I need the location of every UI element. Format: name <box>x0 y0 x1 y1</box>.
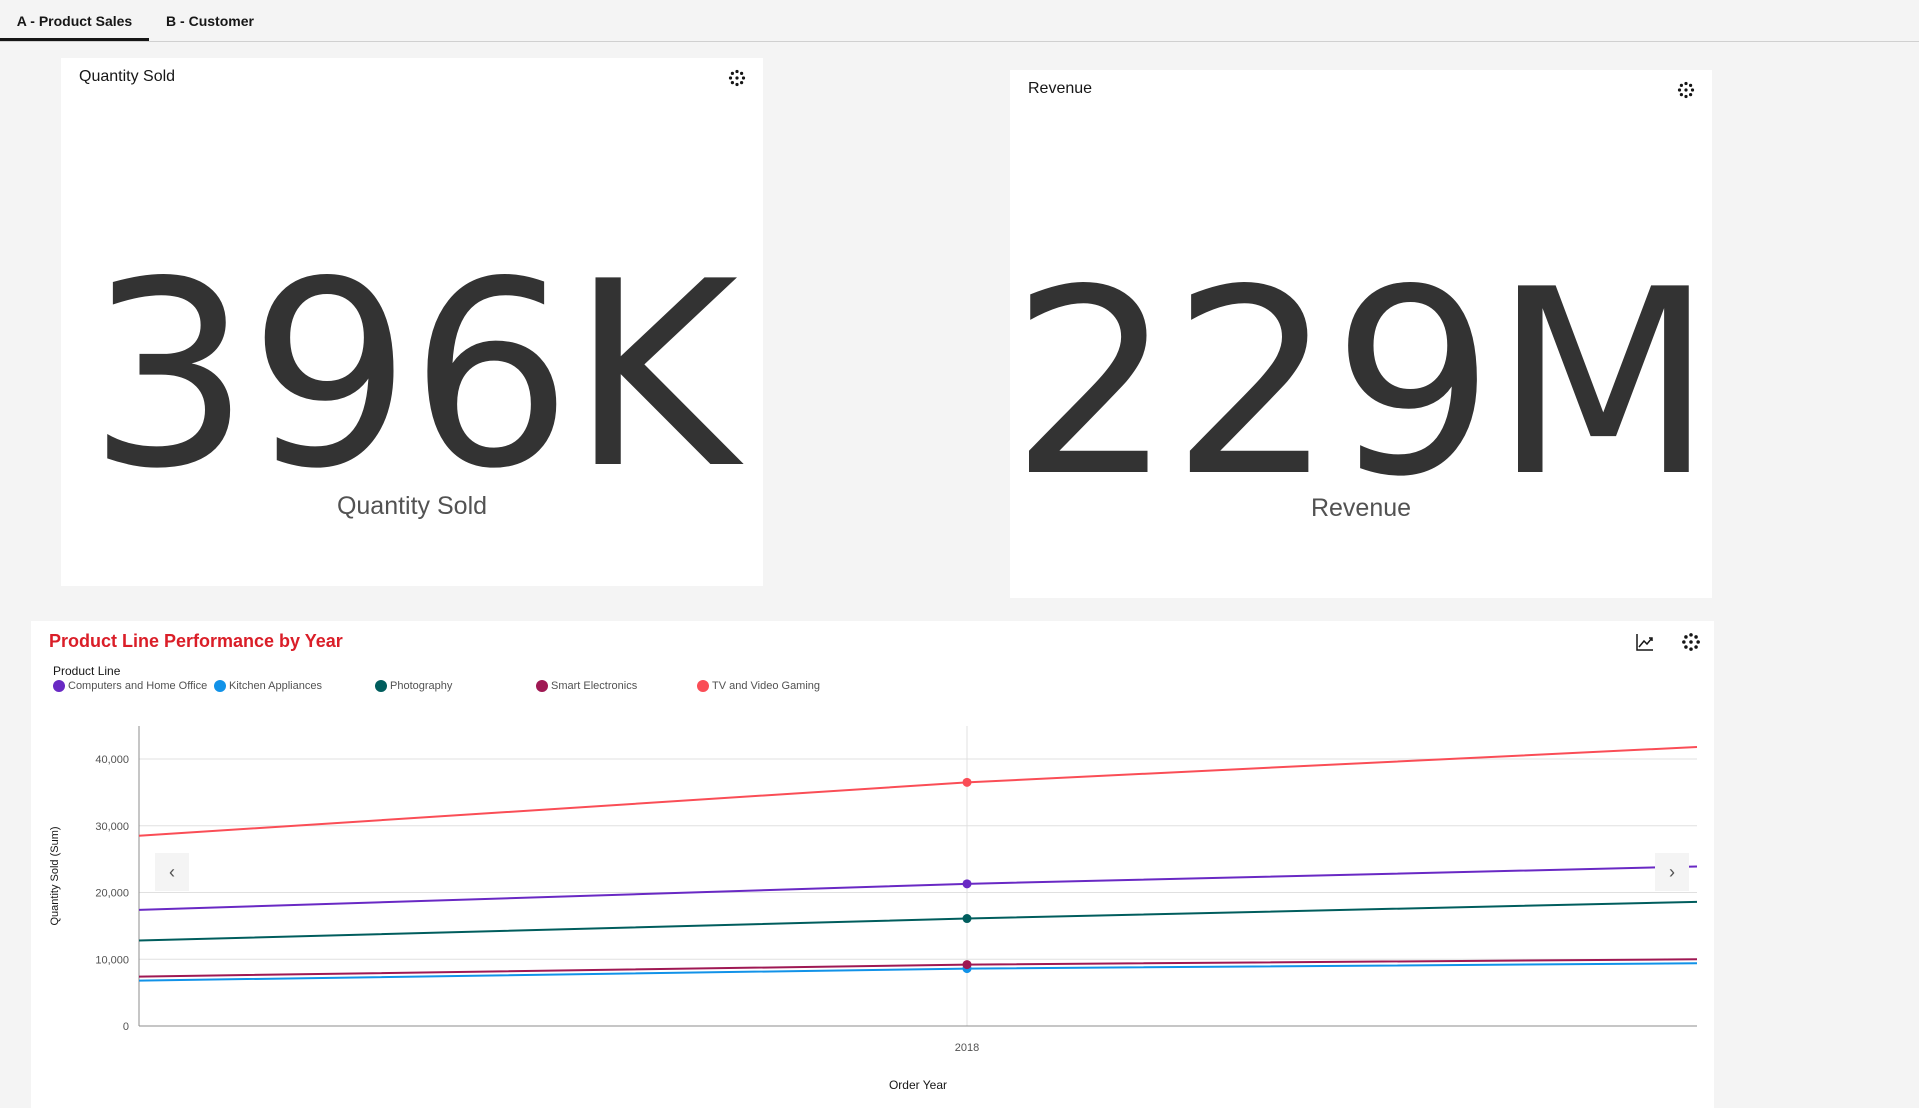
y-tick-label: 30,000 <box>95 821 129 833</box>
quantity-sold-widget: Quantity Sold 396K Quantity Sold <box>61 58 763 586</box>
y-tick-label: 40,000 <box>95 754 129 766</box>
kpi-label: Revenue <box>1310 494 1412 522</box>
widget-title: Revenue <box>1028 80 1093 97</box>
widget-title: Quantity Sold <box>79 68 176 85</box>
series-line <box>138 745 1698 837</box>
tab-product-sales[interactable]: A - Product Sales <box>0 0 149 41</box>
tab-bar: A - Product Sales B - Customer <box>0 0 1919 42</box>
settings-icon[interactable] <box>1676 80 1696 100</box>
x-tick-label: 2018 <box>955 1042 979 1054</box>
product-line-chart-widget: Product Line Performance by Year Product… <box>31 621 1714 1108</box>
kpi-label: Quantity Sold <box>336 492 488 520</box>
data-point <box>962 879 972 889</box>
line-plot: 0 10,000 20,000 30,000 40,000 2018 Order Year Q… <box>49 726 1698 1092</box>
x-axis-title: Order Year <box>889 1078 947 1092</box>
scroll-right-button[interactable]: › <box>1655 853 1689 891</box>
y-tick-label: 10,000 <box>95 954 129 966</box>
tab-customer[interactable]: B - Customer <box>149 0 271 38</box>
y-tick-label: 0 <box>123 1021 129 1033</box>
scroll-left-button[interactable]: ‹ <box>155 853 189 891</box>
data-point <box>962 960 972 970</box>
series-line <box>138 865 1698 911</box>
y-axis-title: Quantity Sold (Sum) <box>49 826 61 925</box>
settings-icon[interactable] <box>727 68 747 88</box>
data-point <box>962 914 972 924</box>
series-line <box>138 958 1698 978</box>
data-point <box>962 777 972 787</box>
revenue-widget: Revenue 229M Revenue <box>1010 70 1714 598</box>
y-tick-label: 20,000 <box>95 888 129 900</box>
kpi-value: 229M <box>1010 235 1714 533</box>
series-line <box>138 900 1698 942</box>
kpi-value: 396K <box>87 227 739 525</box>
